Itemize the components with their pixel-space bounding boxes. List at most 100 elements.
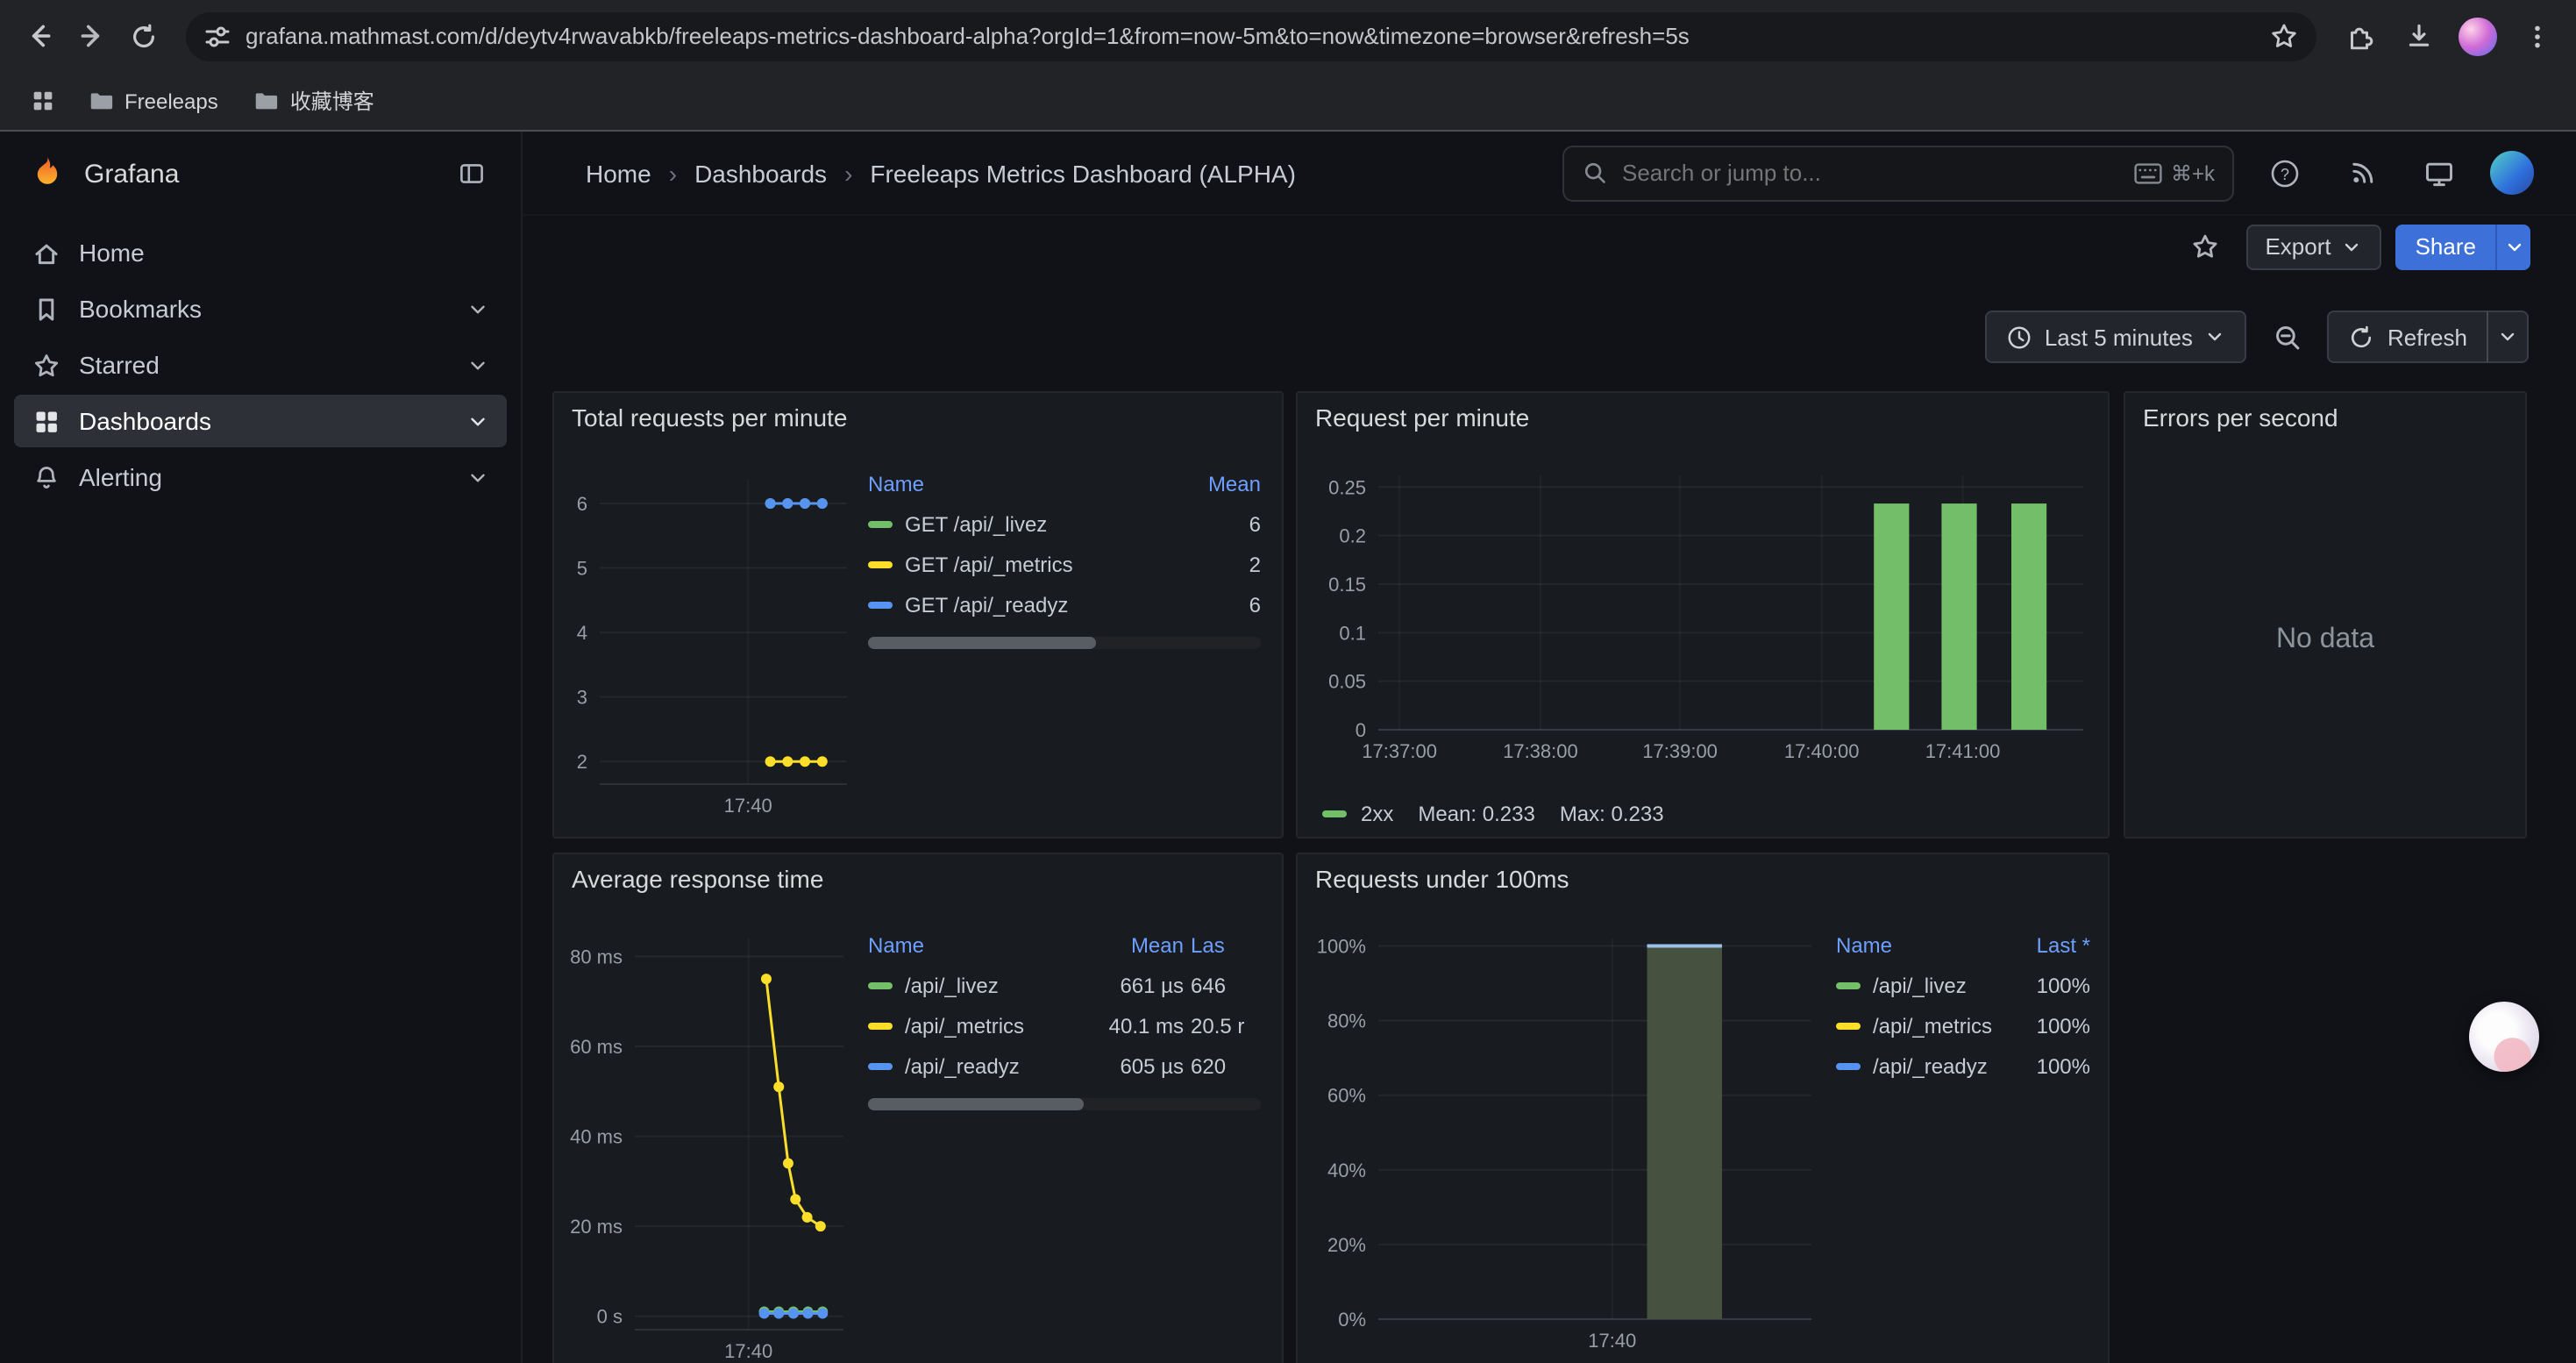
sidebar-nav: Home Bookmarks Starred Dashboards [0,216,521,514]
data-point[interactable] [800,756,810,767]
legend-row[interactable]: GET /api/_readyz6 [868,584,1261,624]
news-button[interactable] [2336,146,2388,199]
data-point[interactable] [817,1309,828,1319]
legend-column-header[interactable]: Name [868,471,1173,496]
favorite-dashboard-button[interactable] [2179,220,2231,273]
share-button[interactable]: Share [2396,224,2495,269]
legend-scrollbar-thumb[interactable] [868,1098,1084,1110]
user-avatar[interactable] [2490,151,2534,195]
panel-title[interactable]: Total requests per minute [554,393,1282,442]
legend-value: 6 [1180,511,1261,536]
legend-scrollbar[interactable] [868,637,1261,649]
bar[interactable] [2011,503,2046,730]
refresh-interval-button[interactable] [2487,310,2529,363]
data-point[interactable] [817,498,828,509]
back-button[interactable] [14,11,63,61]
data-point[interactable] [802,1212,813,1223]
search-input[interactable] [1622,160,2120,186]
data-point[interactable] [782,756,793,767]
legend-scrollbar-thumb[interactable] [868,637,1096,649]
url-text[interactable]: grafana.mathmast.com/d/deytv4rwavabkb/fr… [246,23,2269,49]
kiosk-mode-button[interactable] [2413,146,2466,199]
data-point[interactable] [790,1194,801,1204]
legend-row[interactable]: /api/_readyz605 µs620 [868,1045,1261,1086]
legend-row[interactable]: /api/_livez661 µs646 [868,965,1261,1005]
breadcrumb-dashboards[interactable]: Dashboards [694,159,827,187]
data-point[interactable] [788,1309,799,1319]
dock-menu-button[interactable] [447,149,496,198]
data-point[interactable] [759,1309,770,1319]
panel-title[interactable]: Errors per second [2125,393,2525,442]
data-point[interactable] [765,756,776,767]
chart-requests-under-100ms[interactable]: 100%80%60%40%20%0%17:40 [1298,903,1829,1363]
data-point[interactable] [783,1158,793,1168]
site-settings-icon[interactable] [203,22,231,50]
data-point[interactable] [803,1309,814,1319]
legend-row[interactable]: /api/_metrics100% [1836,1005,2090,1045]
refresh-button[interactable]: Refresh [2328,310,2488,363]
chart-request-per-minute[interactable]: 0.250.20.150.10.05017:37:0017:38:0017:39… [1298,442,2108,789]
bar[interactable] [1941,503,1976,730]
sidebar-item-alerting[interactable]: Alerting [14,451,507,503]
apps-shortcut-button[interactable] [18,76,67,125]
browser-profile-button[interactable] [2453,11,2502,61]
data-point[interactable] [773,1081,784,1092]
chevron-down-icon[interactable] [466,466,489,489]
chevron-down-icon[interactable] [466,297,489,320]
bookmark-star-icon[interactable] [2269,21,2299,51]
data-point[interactable] [765,498,776,509]
time-range-picker[interactable]: Last 5 minutes [1985,310,2247,363]
legend-header: Name Last * [1836,924,2090,965]
help-button[interactable]: ? [2259,146,2311,199]
data-point[interactable] [773,1309,784,1319]
legend-column-header[interactable]: Name [1836,932,1996,957]
legend-row[interactable]: GET /api/_livez6 [868,503,1261,544]
panel-title[interactable]: Requests under 100ms [1298,854,2108,903]
data-point[interactable] [800,498,810,509]
legend-column-header[interactable]: Last * [2003,932,2090,957]
sidebar-item-starred[interactable]: Starred [14,339,507,391]
data-point[interactable] [815,1221,826,1231]
forward-button[interactable] [67,11,116,61]
legend-column-header[interactable]: Mean [1180,471,1261,496]
data-point[interactable] [817,756,828,767]
floating-assistant-avatar[interactable] [2469,1002,2539,1072]
url-bar[interactable]: grafana.mathmast.com/d/deytv4rwavabkb/fr… [186,11,2316,61]
breadcrumb-home[interactable]: Home [586,159,651,187]
panel-title[interactable]: Request per minute [1298,393,2108,442]
grafana-logo[interactable] [28,154,67,193]
legend-row[interactable]: /api/_livez100% [1836,965,2090,1005]
downloads-button[interactable] [2394,11,2443,61]
sidebar-item-dashboards[interactable]: Dashboards [14,395,507,447]
sidebar-item-bookmarks[interactable]: Bookmarks [14,282,507,335]
chevron-down-icon[interactable] [466,410,489,432]
data-point[interactable] [761,974,772,984]
export-button[interactable]: Export [2245,224,2381,269]
legend-column-header[interactable]: Las [1191,932,1261,957]
search-bar[interactable]: ⌘+k [1562,145,2234,201]
legend-request-per-minute[interactable]: 2xxMean: 0.233Max: 0.233 [1298,789,2108,837]
legend-scrollbar[interactable] [868,1098,1261,1110]
legend-row[interactable]: GET /api/_metrics2 [868,544,1261,584]
bar[interactable] [1647,946,1722,1319]
chart-average-response-time[interactable]: 80 ms60 ms40 ms20 ms0 s17:40 [554,903,861,1363]
bookmark-folder-blogs[interactable]: 收藏博客 [239,81,388,121]
legend-column-header[interactable]: Mean [1082,932,1184,957]
legend-row[interactable]: /api/_metrics40.1 ms20.5 r [868,1005,1261,1045]
bar[interactable] [1874,503,1909,730]
sidebar-item-home[interactable]: Home [14,226,507,279]
data-point[interactable] [782,498,793,509]
zoom-out-button[interactable] [2261,310,2314,363]
share-menu-button[interactable] [2495,224,2530,269]
legend-series-name[interactable]: 2xx [1361,801,1393,825]
extensions-button[interactable] [2334,11,2383,61]
legend-column-header[interactable]: Name [868,932,1075,957]
legend-row[interactable]: /api/_readyz100% [1836,1045,2090,1086]
bookmark-folder-freeleaps[interactable]: Freeleaps [74,82,232,119]
chart-total-requests[interactable]: 6543217:40 [554,442,861,837]
reload-button[interactable] [119,11,168,61]
browser-menu-button[interactable] [2513,11,2562,61]
y-axis-label: 3 [577,687,587,709]
chevron-down-icon[interactable] [466,353,489,376]
panel-title[interactable]: Average response time [554,854,1282,903]
